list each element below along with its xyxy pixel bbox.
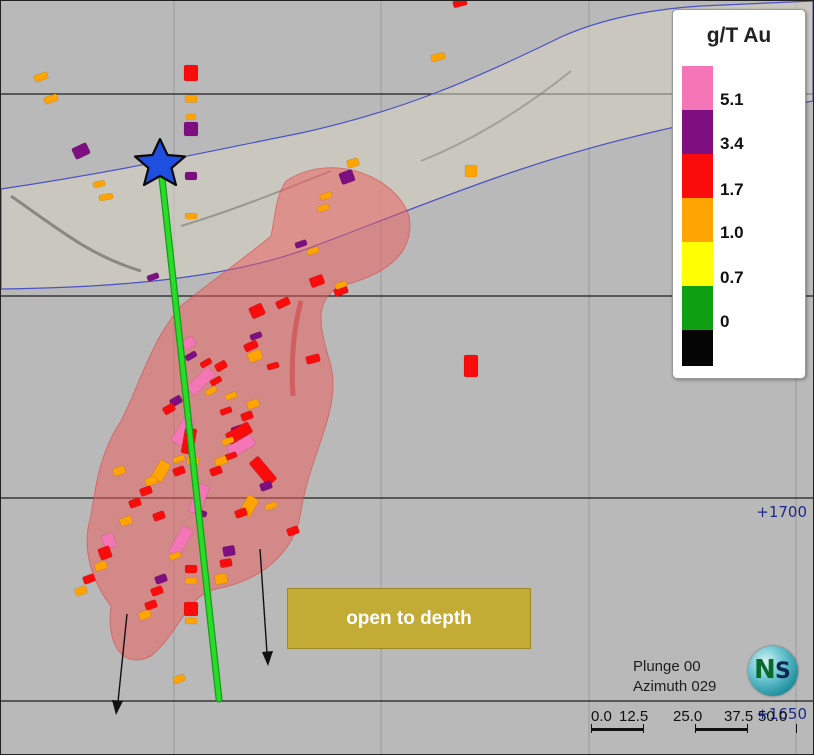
legend-swatch bbox=[682, 154, 713, 198]
sample-interval bbox=[430, 51, 446, 63]
legend-label: 5.1 bbox=[720, 90, 744, 109]
legend-swatch bbox=[682, 198, 713, 242]
open-to-depth-callout: open to depth bbox=[287, 588, 531, 649]
scale-label: 0.0 bbox=[591, 708, 612, 725]
sample-interval bbox=[184, 95, 198, 103]
elevation-label: +1700 bbox=[756, 503, 807, 521]
sample-interval bbox=[183, 121, 199, 137]
sample-interval bbox=[464, 164, 478, 178]
scale-bar bbox=[591, 724, 797, 734]
grade-legend: g/T Au 5.1 3.4 1.7 1.0 0.7 0 bbox=[672, 9, 806, 379]
sample-interval bbox=[184, 564, 198, 574]
legend-swatch bbox=[682, 242, 713, 286]
legend-title: g/T Au bbox=[706, 24, 772, 47]
sample-interval bbox=[185, 113, 197, 121]
compass-north-label: N bbox=[754, 655, 776, 685]
sample-interval bbox=[74, 585, 88, 597]
legend-label: 1.7 bbox=[720, 180, 744, 199]
sample-interval bbox=[33, 71, 49, 83]
sample-interval bbox=[222, 545, 236, 557]
scale-label: 50.0 bbox=[758, 708, 788, 725]
legend-swatch bbox=[682, 330, 713, 366]
sample-interval bbox=[183, 64, 199, 82]
legend-label: 0.7 bbox=[720, 268, 744, 287]
sample-interval bbox=[184, 617, 198, 625]
legend-swatch bbox=[682, 66, 713, 110]
sample-interval bbox=[463, 354, 479, 378]
scale-label: 37.5 bbox=[724, 708, 754, 725]
legend-swatch bbox=[682, 286, 713, 330]
legend-swatch bbox=[682, 110, 713, 154]
sample-interval bbox=[214, 573, 228, 585]
sample-interval bbox=[71, 142, 91, 160]
plunge-readout: Plunge 00 bbox=[633, 658, 701, 675]
compass-icon[interactable]: N S bbox=[748, 646, 798, 696]
view-orientation: Plunge 00 Azimuth 029 bbox=[633, 657, 716, 697]
sample-interval bbox=[452, 1, 468, 9]
legend-label: 0 bbox=[720, 312, 730, 331]
legend-label: 3.4 bbox=[720, 134, 744, 153]
sample-interval bbox=[43, 93, 59, 105]
compass-south-label: S bbox=[775, 659, 791, 684]
sample-interval bbox=[184, 171, 198, 181]
sample-interval bbox=[219, 558, 233, 568]
callout-text: open to depth bbox=[346, 607, 472, 629]
legend-label: 1.0 bbox=[720, 223, 744, 242]
sample-interval bbox=[184, 212, 198, 220]
sample-interval bbox=[82, 573, 96, 585]
model-viewport[interactable]: +1700 +1650 g/T Au 5.1 3.4 1.7 1.0 0.7 0… bbox=[0, 0, 814, 755]
sample-interval bbox=[184, 577, 198, 585]
sample-interval bbox=[183, 601, 199, 617]
scale-label: 12.5 bbox=[619, 708, 649, 725]
scale-label: 25.0 bbox=[673, 708, 703, 725]
azimuth-readout: Azimuth 029 bbox=[633, 678, 717, 695]
